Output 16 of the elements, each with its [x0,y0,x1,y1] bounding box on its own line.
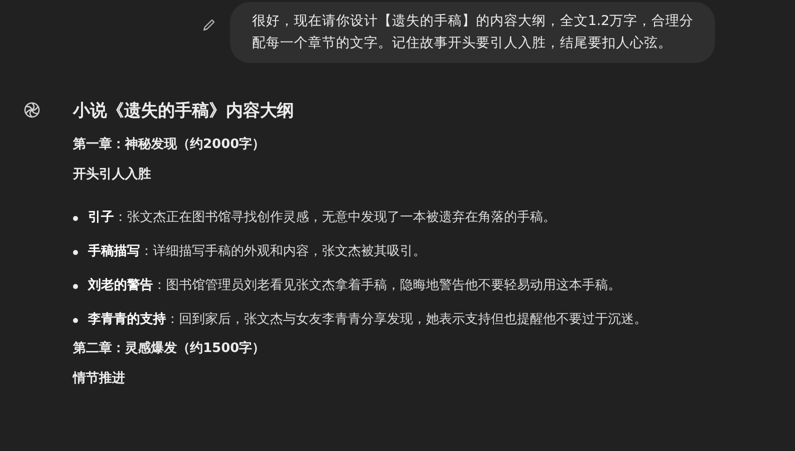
bullet-icon [73,284,78,289]
bullet-icon [73,216,78,221]
chapter-heading: 第二章：灵感爆发（约1500字） [73,340,266,358]
list-item-text: 刘老的警告：图书馆管理员刘老看见张文杰拿着手稿，隐晦地警告他不要轻易动用这本手稿。 [88,276,622,295]
response-title: 小说《遗失的手稿》内容大纲 [73,100,295,123]
bullet-icon [73,250,78,255]
bullet-icon [73,318,78,323]
chapter-heading: 第一章：神秘发现（约2000字） [73,136,266,154]
list-item-text: 李青青的支持：回到家后，张文杰与女友李青青分享发现，她表示支持但也提醒他不要过于沉迷。 [88,311,648,329]
user-message: 很好，现在请你设计【遗失的手稿】的内容大纲，全文1.2万字，合理分配每一个章节的文字。记住故事开头要引人入胜，结尾要扣人心弦。 [230,2,715,63]
list-item-text: 手稿描写：详细描写手稿的外观和内容，张文杰被其吸引。 [88,242,427,261]
assistant-logo-icon [23,101,41,119]
section-subheading: 开头引人入胜 [73,166,152,184]
edit-icon[interactable] [202,18,216,32]
section-subheading: 情节推进 [73,370,126,388]
list-item-text: 引子：张文杰正在图书馆寻找创作灵感，无意中发现了一本被遗弃在角落的手稿。 [88,209,557,227]
